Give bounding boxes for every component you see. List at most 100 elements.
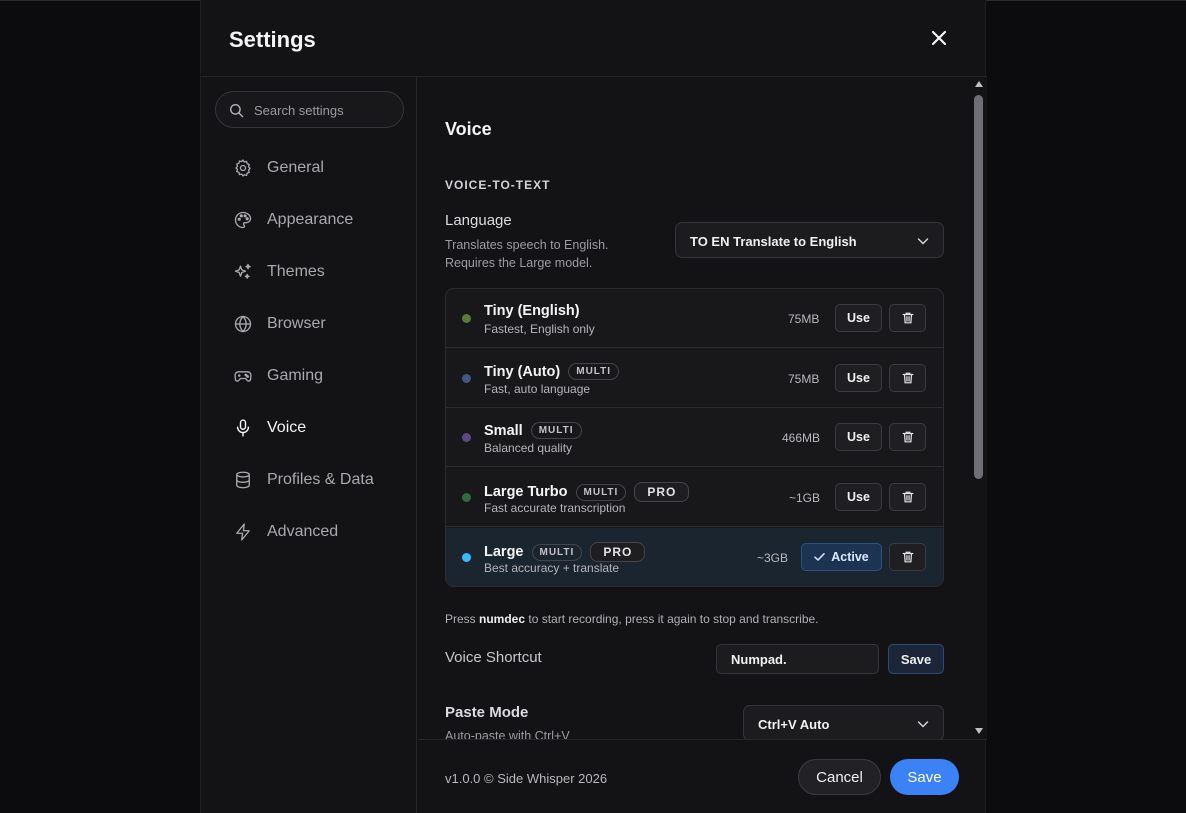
model-size: 75MB <box>788 312 820 326</box>
language-desc-line: Requires the Large model. <box>445 256 593 270</box>
pro-badge: PRO <box>634 482 690 502</box>
paste-mode-select[interactable]: Ctrl+V Auto <box>743 705 944 739</box>
database-icon <box>236 471 250 489</box>
model-description: Fastest, English only <box>484 322 595 336</box>
trash-icon <box>902 372 913 384</box>
close-icon <box>931 30 947 46</box>
trash-icon <box>902 551 913 563</box>
close-button[interactable] <box>927 26 951 50</box>
cancel-button[interactable]: Cancel <box>798 759 881 795</box>
model-size: ~1GB <box>789 491 821 505</box>
delete-model-button[interactable] <box>889 543 926 571</box>
model-description: Best accuracy + translate <box>484 561 620 575</box>
voice-shortcut-input[interactable] <box>716 644 879 674</box>
chevron-down-icon <box>917 238 929 245</box>
sidebar-item-label: General <box>267 159 324 176</box>
model-status-dot <box>462 433 471 442</box>
sidebar-item-gaming[interactable]: Gaming <box>201 351 417 403</box>
hint-key: numdec <box>479 612 526 626</box>
model-size: 466MB <box>782 431 821 445</box>
scroll-up-arrow-icon[interactable] <box>975 81 983 87</box>
model-size: 75MB <box>788 372 820 386</box>
model-description: Fast, auto language <box>484 382 591 396</box>
model-row-small: Small MULTI Balanced quality 466MB Use <box>446 408 943 467</box>
model-status-dot <box>462 493 471 502</box>
active-model-label: Active <box>831 550 869 564</box>
model-name-row: Small MULTI <box>484 422 582 439</box>
language-select-value: TO EN Translate to English <box>690 234 857 249</box>
sidebar-item-browser[interactable]: Browser <box>201 299 417 351</box>
language-desc-line: Translates speech to English. <box>445 238 609 252</box>
sidebar-item-label: Appearance <box>267 211 354 228</box>
paste-mode-description: Auto-paste with Ctrl+V <box>445 729 570 739</box>
multi-badge: MULTI <box>531 543 583 561</box>
trash-icon <box>902 312 913 324</box>
language-select[interactable]: TO EN Translate to English <box>675 222 944 258</box>
trash-icon <box>902 491 913 503</box>
settings-nav: General Appearance Themes Browser Gaming… <box>201 143 417 559</box>
sidebar-item-appearance[interactable]: Appearance <box>201 195 417 247</box>
search-input[interactable] <box>254 100 394 120</box>
version-text: v1.0.0 © Side Whisper 2026 <box>445 771 608 786</box>
search-box <box>215 91 404 128</box>
model-name: Large Turbo <box>484 484 568 500</box>
trash-icon <box>902 431 913 443</box>
sidebar-item-label: Themes <box>267 263 325 280</box>
use-model-button[interactable]: Use <box>835 483 882 511</box>
delete-model-button[interactable] <box>889 483 926 511</box>
model-name-row: Tiny (English) <box>484 303 580 319</box>
microphone-icon <box>236 419 250 437</box>
model-row-large: Large MULTI PRO Best accuracy + translat… <box>446 528 943 586</box>
sidebar-item-advanced[interactable]: Advanced <box>201 507 417 559</box>
voice-shortcut-label: Voice Shortcut <box>445 649 542 666</box>
content-scrollbar[interactable] <box>971 77 987 739</box>
save-button[interactable]: Save <box>890 759 959 795</box>
gear-icon <box>235 159 251 177</box>
model-name: Tiny (Auto) <box>484 363 561 380</box>
delete-model-button[interactable] <box>889 423 926 451</box>
shortcut-save-button[interactable]: Save <box>888 644 944 674</box>
dialog-header: Settings <box>201 0 987 77</box>
model-status-dot <box>462 553 471 562</box>
scrollbar-thumb[interactable] <box>974 95 983 479</box>
active-model-button[interactable]: Active <box>801 543 882 571</box>
chevron-down-icon <box>917 721 929 728</box>
sidebar-item-voice[interactable]: Voice <box>201 403 417 455</box>
voice-settings-panel: Voice VOICE-TO-TEXT Language Translates … <box>418 77 970 739</box>
multi-badge: MULTI <box>568 363 620 380</box>
model-status-dot <box>462 374 471 383</box>
delete-model-button[interactable] <box>889 304 926 332</box>
model-name: Small <box>484 422 523 439</box>
sidebar-item-label: Voice <box>267 419 307 436</box>
sidebar-item-profiles-data[interactable]: Profiles & Data <box>201 455 417 507</box>
recording-hint: Press numdec to start recording, press i… <box>445 612 819 626</box>
hint-text: to start recording, press it again to st… <box>525 612 819 626</box>
search-icon <box>229 103 244 118</box>
sidebar-item-general[interactable]: General <box>201 143 417 195</box>
use-model-button[interactable]: Use <box>835 304 882 332</box>
checkmark-icon <box>814 553 825 561</box>
section-title: Voice <box>445 119 492 139</box>
multi-badge: MULTI <box>530 422 582 439</box>
lightning-icon <box>236 523 250 541</box>
pro-badge: PRO <box>590 542 646 562</box>
delete-model-button[interactable] <box>889 364 926 392</box>
model-description: Fast accurate transcription <box>484 501 626 515</box>
scroll-down-arrow-icon[interactable] <box>975 728 983 734</box>
use-model-button[interactable]: Use <box>835 364 882 392</box>
model-name: Tiny (English) <box>484 303 580 319</box>
model-row-large-turbo: Large Turbo MULTI PRO Fast accurate tran… <box>446 468 943 527</box>
sidebar-item-label: Profiles & Data <box>267 471 374 488</box>
settings-dialog: Settings General <box>200 0 987 813</box>
sparkles-icon <box>234 263 251 279</box>
paste-mode-label: Paste Mode <box>445 704 529 721</box>
gamepad-icon <box>234 371 252 382</box>
dialog-footer: v1.0.0 © Side Whisper 2026 Cancel Save <box>418 739 987 813</box>
model-description: Balanced quality <box>484 441 573 455</box>
sidebar-item-themes[interactable]: Themes <box>201 247 417 299</box>
use-model-button[interactable]: Use <box>835 423 882 451</box>
model-name-row: Tiny (Auto) MULTI <box>484 363 620 380</box>
hint-text: Press <box>445 612 480 626</box>
palette-icon <box>234 211 252 229</box>
paste-mode-select-value: Ctrl+V Auto <box>758 717 830 732</box>
